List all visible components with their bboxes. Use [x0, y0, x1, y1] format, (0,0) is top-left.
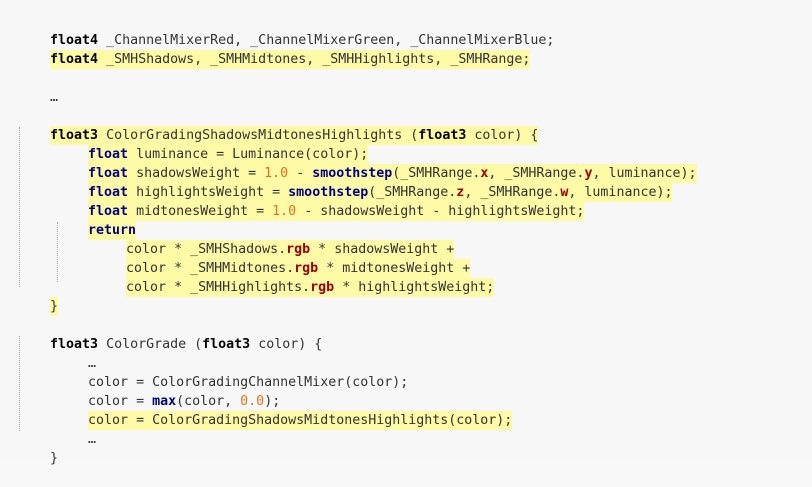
code-token: * highlightsWeight;: [334, 280, 495, 295]
code-line: …: [56, 335, 96, 371]
code-line-highlighted: }: [18, 278, 59, 316]
code-line: …: [56, 411, 96, 447]
code-line-highlighted: float luminance = Luminance(color);: [56, 126, 369, 164]
code-line-highlighted: return: [56, 202, 137, 240]
code-line-highlighted: color * _SMHShadows.rgb * shadowsWeight …: [94, 221, 455, 259]
code-token: _SMHShadows, _SMHMidtones, _SMHHighlight…: [98, 52, 531, 67]
code-line: }: [18, 430, 58, 466]
code-token: midtonesWeight =: [128, 204, 273, 219]
code-line-highlighted: color * _SMHMidtones.rgb * midtonesWeigh…: [94, 240, 471, 278]
ellipsis: …: [50, 90, 59, 105]
code-token: ColorGrade (: [98, 337, 203, 352]
code-block: float4 _ChannelMixerRed, _ChannelMixerGr…: [0, 0, 812, 466]
code-token: color) {: [466, 128, 539, 143]
code-line-highlighted: color = ColorGradingShadowsMidtonesHighl…: [56, 392, 513, 430]
code-token: color) {: [250, 337, 323, 352]
code-line-highlighted: float midtonesWeight = 1.0 - shadowsWeig…: [56, 183, 585, 221]
code-token: float3: [202, 337, 251, 352]
code-token: rgb: [310, 280, 335, 295]
code-line-highlighted: color * _SMHHighlights.rgb * highlightsW…: [94, 259, 495, 297]
code-line-highlighted: float highlightsWeight = smoothstep(_SMH…: [56, 164, 673, 202]
code-line: float4 _ChannelMixerRed, _ChannelMixerGr…: [18, 12, 554, 48]
code-token: color * _SMHHighlights.: [126, 280, 311, 295]
code-token: - shadowsWeight - highlightsWeight;: [296, 204, 585, 219]
code-token: 1.0: [272, 204, 297, 219]
code-token: float3: [418, 128, 467, 143]
code-line-highlighted: float shadowsWeight = 1.0 - smoothstep(_…: [56, 145, 697, 183]
code-line: color = ColorGradingChannelMixer(color);: [56, 354, 408, 390]
code-token: }: [50, 299, 59, 314]
ellipsis: …: [88, 432, 97, 447]
code-token: color = ColorGradingShadowsMidtonesHighl…: [88, 413, 513, 428]
code-token: float4: [50, 52, 99, 67]
code-line: float3 ColorGrade (float3 color) {: [18, 316, 322, 352]
code-line: …: [18, 69, 58, 105]
code-token: }: [50, 451, 59, 466]
code-line-highlighted: float4 _SMHShadows, _SMHMidtones, _SMHHi…: [18, 31, 531, 69]
code-line: color = max(color, 0.0);: [56, 373, 280, 409]
code-line-highlighted: float3 ColorGradingShadowsMidtonesHighli…: [18, 107, 539, 145]
